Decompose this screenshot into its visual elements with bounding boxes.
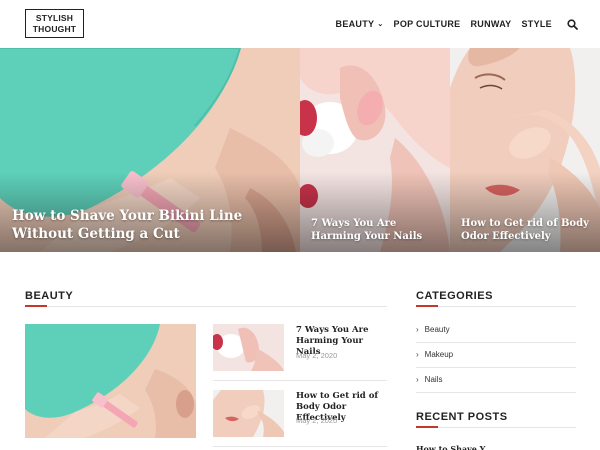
hero-tile-main[interactable]: How to Shave Your Bikini Line Without Ge…	[0, 48, 300, 252]
category-item-makeup[interactable]: › Makeup	[416, 350, 453, 359]
category-item-nails[interactable]: › Nails	[416, 375, 442, 384]
chevron-down-icon: ⌄	[377, 21, 384, 28]
nav-item-label: POP CULTURE	[393, 19, 461, 29]
beauty-accent-bar	[25, 305, 47, 307]
hero-tile-second[interactable]: 7 Ways You Are Harming Your Nails	[300, 48, 450, 252]
post-date: May 2, 2020	[296, 351, 338, 360]
nav-item-label: RUNWAY	[470, 19, 512, 29]
recent-posts-heading: RECENT POSTS	[416, 411, 508, 423]
post-thumbnail[interactable]	[213, 390, 284, 437]
beauty-divider	[25, 306, 387, 307]
categories-divider	[416, 306, 576, 307]
post-divider	[213, 380, 387, 381]
main-nav: BEAUTY ⌄ POP CULTURE RUNWAY STYLE	[336, 17, 600, 31]
hero-second-title[interactable]: 7 Ways You Are Harming Your Nails	[311, 217, 443, 243]
categories-heading: CATEGORIES	[416, 290, 493, 302]
chevron-right-icon: ›	[416, 325, 419, 334]
category-label: Makeup	[424, 350, 454, 359]
logo-line-2: THOUGHT	[32, 24, 77, 34]
hero-tile-third[interactable]: How to Get rid of Body Odor Effectively	[450, 48, 600, 252]
search-icon[interactable]	[562, 18, 582, 30]
recent-post-thumbnail[interactable]	[505, 444, 576, 450]
beauty-feature-thumbnail[interactable]	[25, 324, 196, 438]
post-thumbnail[interactable]	[213, 324, 284, 371]
chevron-right-icon: ›	[416, 375, 419, 384]
chevron-right-icon: ›	[416, 350, 419, 359]
post-date: May 2, 2020	[296, 416, 338, 425]
logo-line-1: STYLISH	[35, 13, 74, 23]
recent-posts-divider	[416, 427, 576, 428]
hero-grid: How to Shave Your Bikini Line Without Ge…	[0, 48, 600, 252]
nav-item-beauty[interactable]: BEAUTY ⌄	[336, 19, 384, 29]
category-item-beauty[interactable]: › Beauty	[416, 325, 450, 334]
nav-item-label: STYLE	[521, 19, 552, 29]
site-header: STYLISH THOUGHT BEAUTY ⌄ POP CULTURE RUN…	[0, 0, 600, 48]
nav-item-style[interactable]: STYLE	[521, 19, 552, 29]
category-label: Nails	[424, 375, 443, 384]
category-label: Beauty	[424, 325, 450, 334]
category-divider	[416, 342, 576, 343]
nav-item-label: BEAUTY	[335, 19, 375, 29]
recent-post-title[interactable]: How to Shave Y	[416, 444, 496, 450]
recent-posts-accent-bar	[416, 426, 438, 428]
nav-item-runway[interactable]: RUNWAY	[471, 19, 512, 29]
hero-third-title[interactable]: How to Get rid of Body Odor Effectively	[461, 217, 593, 243]
site-logo[interactable]: STYLISH THOUGHT	[25, 9, 84, 38]
category-divider	[416, 392, 576, 393]
nav-item-pop-culture[interactable]: POP CULTURE	[394, 19, 461, 29]
category-divider	[416, 367, 576, 368]
hero-main-title[interactable]: How to Shave Your Bikini Line Without Ge…	[12, 207, 287, 243]
categories-accent-bar	[416, 305, 438, 307]
post-divider	[213, 446, 387, 447]
beauty-heading[interactable]: BEAUTY	[25, 290, 73, 302]
